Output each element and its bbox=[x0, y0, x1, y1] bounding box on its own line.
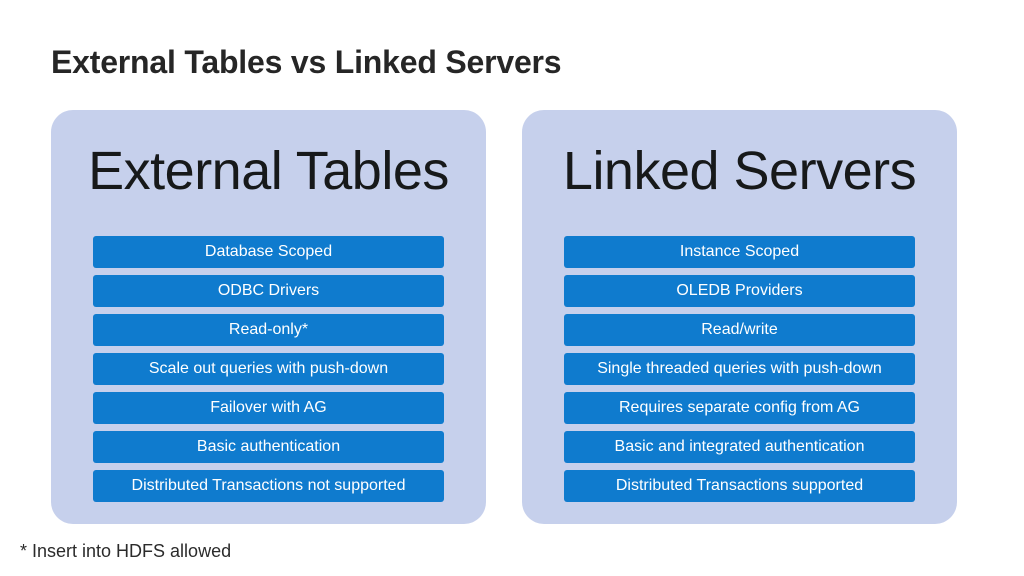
feature-bar: Distributed Transactions supported bbox=[564, 470, 915, 502]
feature-list-linked-servers: Instance Scoped OLEDB Providers Read/wri… bbox=[564, 236, 915, 502]
feature-bar: Failover with AG bbox=[93, 392, 444, 424]
comparison-panels: External Tables Database Scoped ODBC Dri… bbox=[51, 110, 957, 524]
footnote: * Insert into HDFS allowed bbox=[20, 541, 232, 561]
feature-bar: Requires separate config from AG bbox=[564, 392, 915, 424]
feature-bar: Single threaded queries with push-down bbox=[564, 353, 915, 385]
feature-bar: Distributed Transactions not supported bbox=[93, 470, 444, 502]
panel-heading-linked-servers: Linked Servers bbox=[562, 141, 917, 201]
feature-bar: Instance Scoped bbox=[564, 236, 915, 268]
panel-linked-servers: Linked Servers Instance Scoped OLEDB Pro… bbox=[522, 110, 957, 524]
feature-bar: Read-only* bbox=[93, 314, 444, 346]
feature-bar: Database Scoped bbox=[93, 236, 444, 268]
panel-external-tables: External Tables Database Scoped ODBC Dri… bbox=[51, 110, 486, 524]
feature-bar: ODBC Drivers bbox=[93, 275, 444, 307]
feature-bar: Basic authentication bbox=[93, 431, 444, 463]
page-title: External Tables vs Linked Servers bbox=[51, 44, 562, 80]
feature-bar: Scale out queries with push-down bbox=[93, 353, 444, 385]
feature-list-external-tables: Database Scoped ODBC Drivers Read-only* … bbox=[93, 236, 444, 502]
slide-canvas: External Tables vs Linked Servers Extern… bbox=[0, 0, 1024, 576]
feature-bar: Read/write bbox=[564, 314, 915, 346]
feature-bar: Basic and integrated authentication bbox=[564, 431, 915, 463]
panel-heading-external-tables: External Tables bbox=[88, 141, 449, 201]
feature-bar: OLEDB Providers bbox=[564, 275, 915, 307]
